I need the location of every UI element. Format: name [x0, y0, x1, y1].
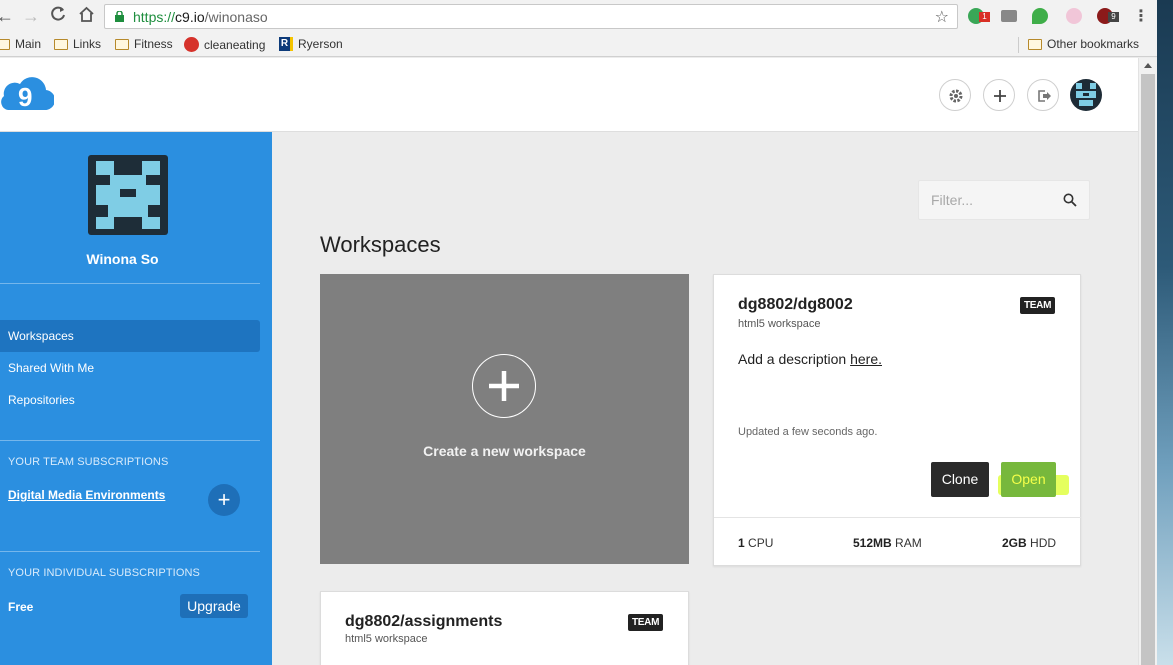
- team-badge: TEAM: [1020, 297, 1056, 314]
- identicon-icon: [1076, 83, 1096, 106]
- bookmark-cleaneating[interactable]: cleaneating: [184, 37, 265, 52]
- sidebar: Winona So Workspaces Shared With Me Repo…: [0, 132, 272, 665]
- bookmark-fitness[interactable]: Fitness: [115, 37, 173, 51]
- add-team-button[interactable]: +: [208, 484, 240, 516]
- workspace-stats: 1 CPU 512MB RAM 2GB HDD: [714, 517, 1081, 566]
- folder-icon: [0, 38, 10, 50]
- user-avatar[interactable]: [1070, 79, 1102, 111]
- create-workspace-card[interactable]: Create a new workspace: [320, 274, 689, 564]
- sidebar-divider: [0, 283, 260, 284]
- team-link[interactable]: Digital Media Environments: [8, 488, 165, 502]
- workspace-card: dg8802/assignments html5 workspace TEAM: [320, 591, 689, 665]
- plus-icon: [488, 370, 519, 401]
- bookmark-links[interactable]: Links: [54, 37, 101, 51]
- address-bar[interactable]: https://c9.io/winonaso ☆: [104, 4, 958, 29]
- cloud9-logo[interactable]: 9: [0, 76, 54, 114]
- sign-out-icon: [1038, 90, 1051, 102]
- page-title: Workspaces: [320, 232, 441, 257]
- upgrade-button[interactable]: Upgrade: [180, 594, 248, 618]
- home-icon[interactable]: [78, 6, 95, 27]
- browser-toolbar: ← → https://c9.io/winonaso ☆ 1 9 ⋮: [0, 0, 1173, 33]
- identicon-icon: [96, 161, 160, 229]
- plan-label: Free: [8, 600, 34, 614]
- bookmark-star-icon[interactable]: ☆: [935, 7, 949, 27]
- workspace-name[interactable]: dg8802/dg8002: [738, 296, 853, 314]
- unicorn-icon[interactable]: [1066, 8, 1082, 24]
- mail-icon[interactable]: [1001, 10, 1017, 22]
- bookmark-ryerson[interactable]: R Ryerson: [279, 37, 343, 51]
- search-icon[interactable]: [1063, 193, 1077, 207]
- create-workspace-label: Create a new workspace: [423, 443, 586, 459]
- logout-button[interactable]: [1027, 79, 1059, 111]
- bookmarks-separator: [1018, 37, 1019, 53]
- ryerson-favicon: R: [279, 37, 293, 51]
- hdd-stat: 2GB HDD: [1002, 536, 1057, 550]
- url-text: https://c9.io/winonaso: [133, 9, 268, 25]
- ram-stat: 512MB RAM: [853, 536, 922, 550]
- cleaneating-favicon: [184, 37, 199, 52]
- sidebar-item-shared[interactable]: Shared With Me: [0, 352, 260, 384]
- workspace-card: dg8802/dg8002 html5 workspace TEAM Add a…: [713, 274, 1081, 566]
- back-arrow-icon[interactable]: ←: [0, 6, 14, 26]
- sidebar-item-workspaces[interactable]: Workspaces: [0, 320, 260, 352]
- team-subscriptions-heading: YOUR TEAM SUBSCRIPTIONS: [8, 456, 169, 468]
- folder-icon: [115, 38, 129, 50]
- workspace-updated: Updated a few seconds ago.: [738, 426, 878, 438]
- clone-button[interactable]: Clone: [931, 462, 989, 497]
- profile-name: Winona So: [86, 251, 159, 267]
- workspace-description: Add a description here.: [738, 351, 882, 367]
- svg-text:9: 9: [18, 82, 32, 112]
- workspace-type: html5 workspace: [738, 318, 821, 330]
- evernote-icon[interactable]: [1032, 8, 1048, 24]
- lock-icon: [115, 11, 124, 22]
- sidebar-divider: [0, 551, 260, 552]
- folder-icon: [54, 38, 68, 50]
- forward-arrow-icon[interactable]: →: [22, 6, 40, 26]
- bookmarks-bar: Main Links Fitness cleaneating R Ryerson …: [0, 33, 1173, 57]
- filter-input[interactable]: [919, 181, 1059, 219]
- create-button[interactable]: [983, 79, 1015, 111]
- reload-icon[interactable]: [50, 6, 66, 26]
- team-badge: TEAM: [628, 614, 664, 631]
- browser-menu-icon[interactable]: ⋮: [1133, 6, 1149, 26]
- app-header: 9: [0, 58, 1138, 132]
- filter-box: [918, 180, 1090, 220]
- workspace-name[interactable]: dg8802/assignments: [345, 613, 502, 631]
- individual-subscriptions-heading: YOUR INDIVIDUAL SUBSCRIPTIONS: [8, 567, 200, 579]
- page-scrollbar[interactable]: [1138, 58, 1157, 665]
- folder-icon: [1028, 38, 1042, 50]
- gear-icon: [949, 89, 963, 103]
- other-bookmarks[interactable]: Other bookmarks: [1028, 37, 1139, 51]
- open-button[interactable]: Open: [1001, 462, 1056, 497]
- create-circle: [472, 354, 536, 418]
- bookmark-main[interactable]: Main: [0, 37, 41, 51]
- workspace-type: html5 workspace: [345, 633, 428, 645]
- settings-button[interactable]: [939, 79, 971, 111]
- extension-badge: 1: [979, 12, 990, 22]
- sidebar-item-repositories[interactable]: Repositories: [0, 384, 260, 416]
- sidebar-divider: [0, 440, 260, 441]
- desktop-background: [1157, 0, 1173, 665]
- cpu-stat: 1 CPU: [738, 536, 774, 550]
- scroll-thumb[interactable]: [1141, 74, 1155, 665]
- ublock-badge: 9: [1108, 12, 1119, 22]
- profile-avatar[interactable]: [88, 155, 168, 235]
- plus-icon: [994, 90, 1006, 102]
- add-description-link[interactable]: here.: [850, 351, 882, 367]
- scroll-up-icon[interactable]: [1144, 63, 1152, 68]
